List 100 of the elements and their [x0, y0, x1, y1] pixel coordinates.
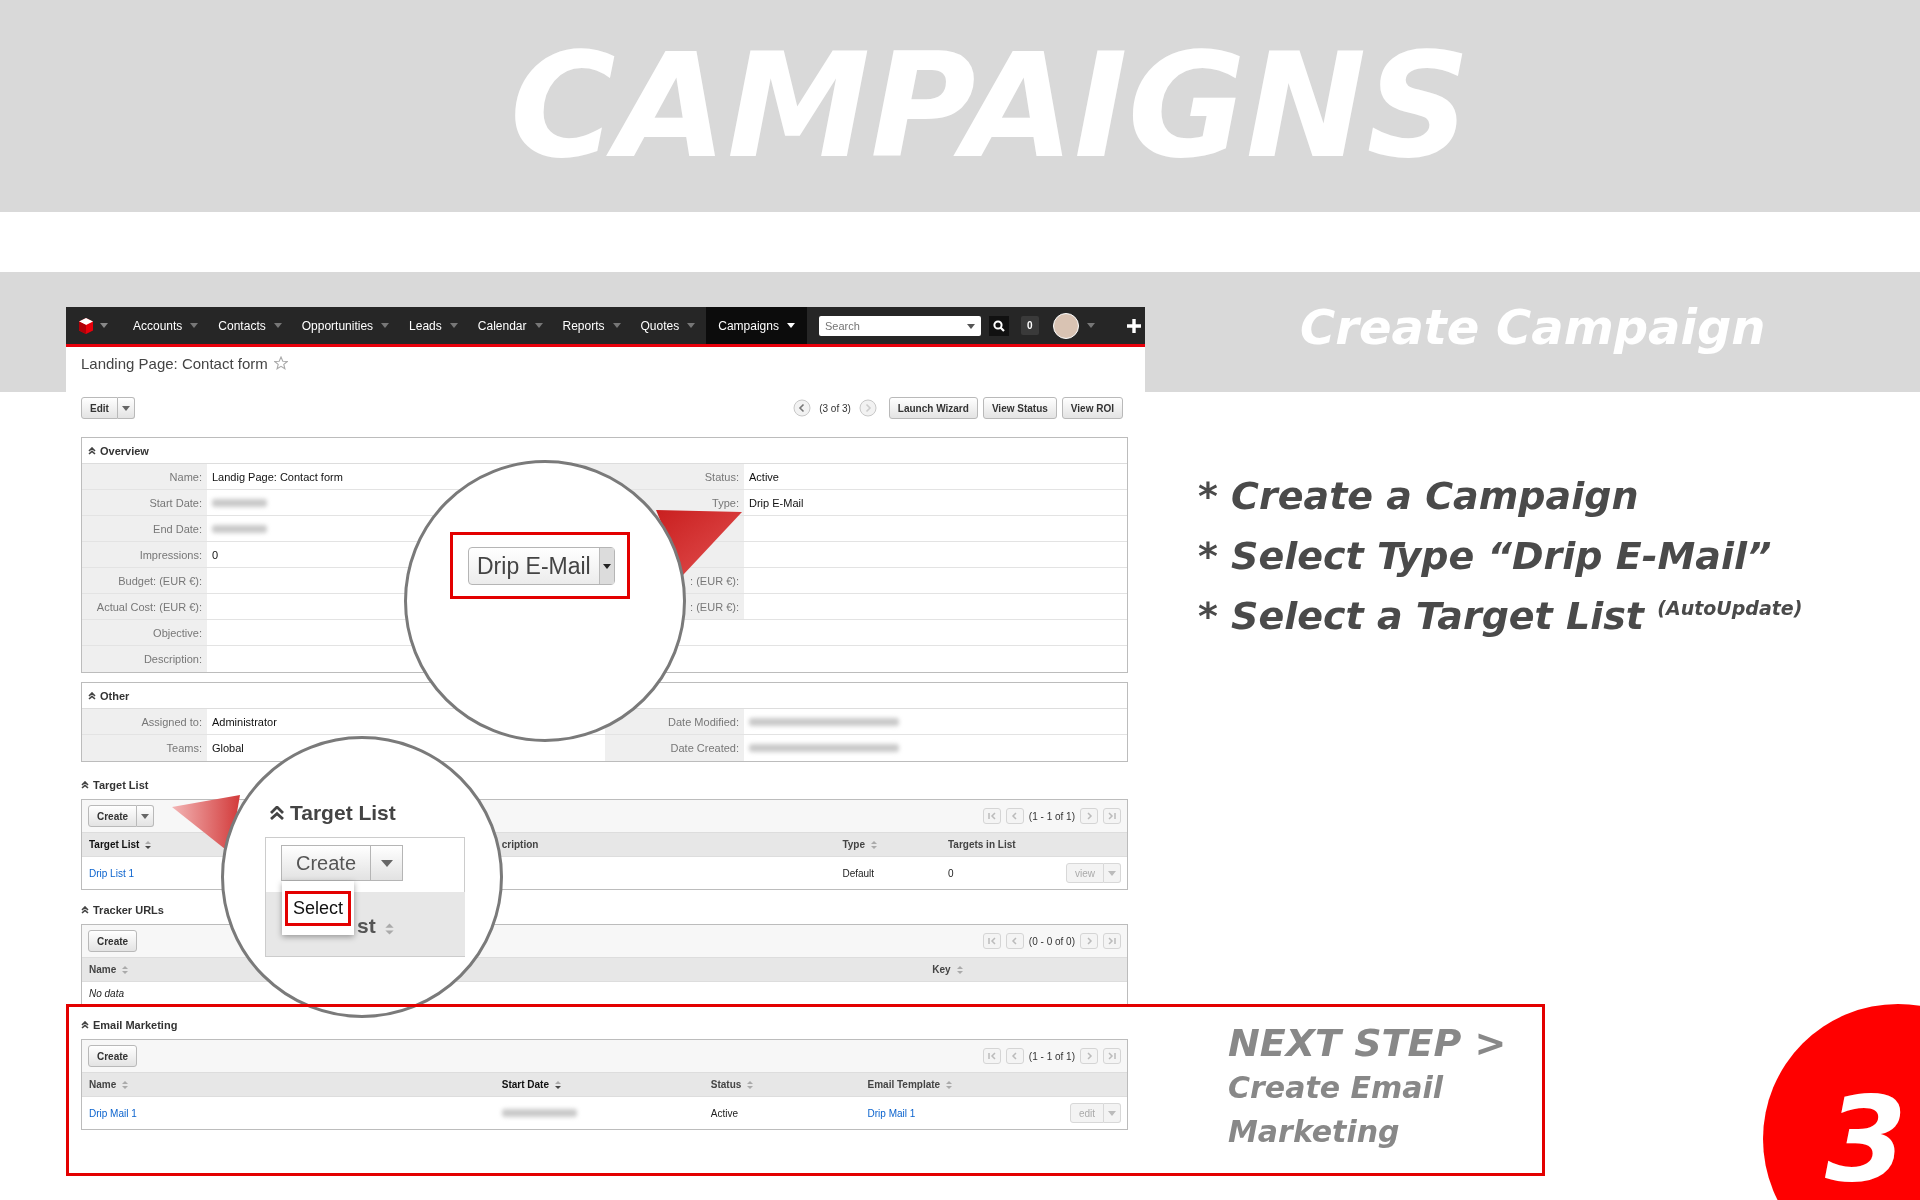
next-page-button[interactable]: [1080, 1048, 1098, 1064]
column-header[interactable]: Key: [932, 964, 951, 975]
caret-icon: [534, 323, 543, 328]
avatar[interactable]: [1052, 312, 1079, 339]
next-page-icon: [1084, 1052, 1094, 1060]
nav-tab[interactable]: Accounts: [124, 307, 208, 344]
create-button[interactable]: Create: [88, 1045, 138, 1067]
section-title: Target List: [93, 779, 149, 791]
collapse-icon: [88, 691, 96, 700]
column-header[interactable]: Email Template: [867, 1079, 941, 1090]
column-header[interactable]: Target List: [89, 839, 140, 850]
last-page-button[interactable]: [1103, 933, 1121, 949]
nav-tab[interactable]: Opportunities: [292, 307, 399, 344]
previous-page-button[interactable]: [1005, 808, 1024, 824]
pager-text: (3 of 3): [819, 402, 851, 414]
dropdown-button[interactable]: [137, 805, 155, 827]
plus-icon[interactable]: [1126, 318, 1141, 333]
nav-tab[interactable]: Leads: [400, 307, 467, 344]
create-button[interactable]: Create: [281, 845, 371, 881]
nav-tab[interactable]: Quotes: [631, 307, 705, 344]
next-page-button[interactable]: [1080, 808, 1098, 824]
record-link[interactable]: Drip List 1: [89, 867, 134, 879]
field-value: Administrator: [212, 715, 277, 728]
field-label: Assigned to:: [141, 715, 202, 728]
first-page-button[interactable]: [982, 933, 1001, 949]
field-label: Status:: [704, 470, 739, 483]
caret-icon: [121, 405, 130, 411]
panel-title: Other: [100, 689, 130, 702]
field-label: Objective:: [153, 626, 202, 639]
instruction-text: * Select Type “Drip E-Mail”: [1198, 533, 1773, 580]
first-page-button[interactable]: [982, 808, 1001, 824]
step-number: 3: [1825, 1080, 1908, 1198]
create-button[interactable]: Create: [88, 930, 138, 952]
caret-icon: [273, 323, 282, 328]
previous-icon: [793, 399, 812, 417]
collapse-icon: [81, 781, 89, 789]
select-field[interactable]: Drip E-Mail: [468, 547, 615, 585]
field-label: Date Created:: [670, 742, 739, 754]
next-page-button[interactable]: [1080, 933, 1098, 949]
column-header[interactable]: Targets in List: [947, 839, 1016, 850]
field-label: : (EUR €):: [690, 574, 739, 587]
section-title: Target List: [290, 801, 396, 825]
edit-button[interactable]: Edit: [81, 397, 118, 419]
previous-page-button[interactable]: [1005, 933, 1024, 949]
next-page-icon: [1084, 937, 1094, 945]
field-label: Type:: [712, 496, 739, 509]
sort-icon: [384, 922, 395, 936]
collapse-icon: [81, 906, 89, 914]
field-label: Description:: [143, 653, 202, 665]
collapse-icon: [270, 806, 284, 820]
field-label: Teams:: [166, 742, 202, 754]
record-link[interactable]: Drip Mail 1: [89, 1107, 137, 1119]
star-icon[interactable]: [273, 356, 288, 370]
previous-page-button[interactable]: [1005, 1048, 1024, 1064]
dropdown-button[interactable]: [371, 845, 403, 881]
last-page-button[interactable]: [1103, 808, 1121, 824]
column-header[interactable]: Name: [89, 964, 117, 975]
next-page-icon: [1084, 812, 1094, 820]
column-header[interactable]: Name: [89, 1079, 117, 1090]
table-cell-text: Active: [709, 1106, 739, 1121]
cube-logo-icon: [78, 316, 94, 335]
caret-icon: [141, 813, 150, 819]
section-title: Email Marketing: [93, 1019, 178, 1031]
field-label: Budget: (EUR €):: [118, 574, 202, 587]
menu-item[interactable]: Select: [285, 890, 351, 926]
create-button[interactable]: Create: [88, 805, 138, 827]
nav-tab[interactable]: Calendar: [468, 307, 552, 344]
field-value: Global: [212, 742, 244, 754]
last-page-button[interactable]: [1103, 1048, 1121, 1064]
field-value: Landig Page: Contact form: [212, 470, 343, 483]
column-header[interactable]: cription: [501, 839, 539, 850]
caret-icon: [381, 323, 390, 328]
search-icon: [992, 319, 1005, 332]
first-page-icon: [986, 812, 997, 820]
column-header[interactable]: Start Date: [501, 1079, 549, 1090]
last-page-icon: [1107, 1052, 1117, 1060]
column-header[interactable]: Status: [710, 1079, 742, 1090]
next-icon: [858, 399, 877, 417]
caret-icon: [449, 323, 458, 328]
record-link[interactable]: Drip Mail 1: [867, 1107, 916, 1119]
field-value: Active: [749, 470, 779, 483]
action-button[interactable]: View Status: [982, 397, 1057, 419]
notification-count[interactable]: 0: [1020, 316, 1039, 335]
caret-icon: [1108, 870, 1116, 876]
nav-tab[interactable]: Campaigns: [706, 307, 807, 344]
field-label: : (EUR €):: [690, 600, 739, 613]
nav-tab[interactable]: Contacts: [209, 307, 291, 344]
last-page-icon: [1107, 812, 1117, 820]
search-button[interactable]: [988, 315, 1009, 336]
column-header[interactable]: Type: [842, 839, 866, 850]
section-title: Tracker URLs: [93, 904, 164, 916]
column-header: st: [357, 914, 376, 938]
nav-tab[interactable]: Reports: [553, 307, 630, 344]
caret-icon: [687, 323, 696, 328]
empty-message: No data: [88, 986, 126, 1001]
caret-icon: [100, 323, 108, 328]
first-page-button[interactable]: [982, 1048, 1001, 1064]
action-button[interactable]: Launch Wizard: [888, 397, 978, 419]
search-field[interactable]: Search: [818, 315, 981, 336]
action-button[interactable]: View ROI: [1061, 397, 1123, 419]
